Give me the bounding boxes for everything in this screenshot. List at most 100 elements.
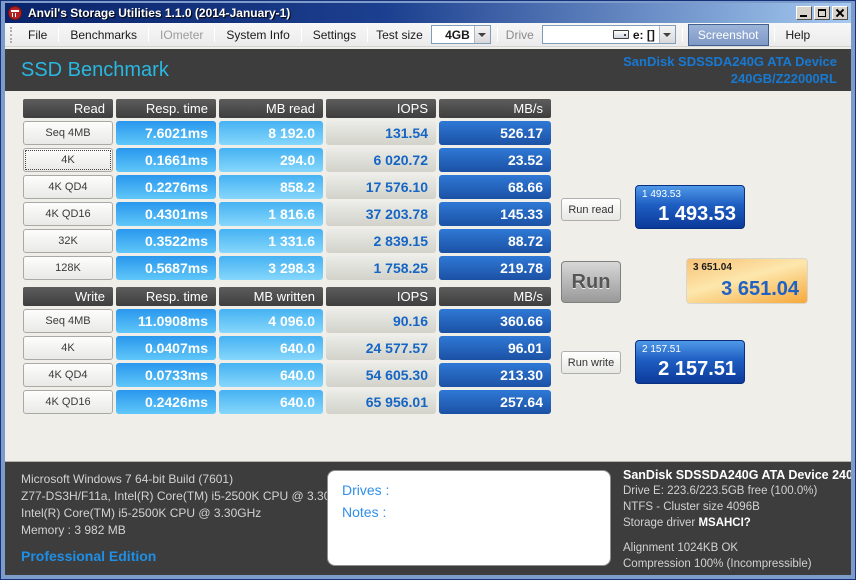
menu-settings[interactable]: Settings: [304, 25, 365, 45]
write-iops-cell: 54 605.30: [326, 363, 436, 387]
benchmark-header: SSD Benchmark SanDisk SDSSDA240G ATA Dev…: [5, 49, 851, 91]
chevron-down-icon: [478, 32, 487, 37]
title-bar: Anvil's Storage Utilities 1.1.0 (2014-Ja…: [5, 3, 851, 23]
board-line: Z77-DS3H/F11a, Intel(R) Core(TM) i5-2500…: [21, 489, 355, 503]
read-mbs-cell: 23.52: [439, 148, 551, 172]
read-iops-cell: 17 576.10: [326, 175, 436, 199]
test-size-value: 4GB: [445, 27, 470, 42]
window-title: Anvil's Storage Utilities 1.1.0 (2014-Ja…: [28, 6, 291, 20]
menu-help[interactable]: Help: [777, 25, 820, 45]
write-header-resp: Resp. time: [116, 287, 216, 306]
read-row-label[interactable]: 4K: [23, 148, 113, 172]
menu-bar: File Benchmarks IOmeter System Info Sett…: [5, 23, 851, 47]
run-read-button[interactable]: Run read: [561, 198, 621, 221]
total-score-small: 3 651.04: [693, 262, 732, 273]
drive-details-title: SanDisk SDSSDA240G ATA Device 240GB: [623, 468, 851, 482]
read-mb-cell: 294.0: [219, 148, 323, 172]
total-score-badge: 3 651.04 3 651.04: [686, 258, 808, 304]
menu-file[interactable]: File: [19, 25, 56, 45]
write-row-label[interactable]: 4K QD16: [23, 390, 113, 414]
read-row-label[interactable]: 32K: [23, 229, 113, 253]
toolbar-grip-icon: [10, 26, 15, 43]
test-size-dropdown-button[interactable]: [473, 26, 490, 43]
compression-line: Compression 100% (Incompressible): [623, 558, 812, 570]
close-button[interactable]: [832, 6, 848, 20]
read-resp-cell: 7.6021ms: [116, 121, 216, 145]
menu-separator: [367, 27, 369, 42]
write-mb-cell: 640.0: [219, 390, 323, 414]
read-header-resp: Resp. time: [116, 99, 216, 118]
write-header-iops: IOPS: [326, 287, 436, 306]
write-score-value: 2 157.51: [658, 358, 736, 380]
test-size-select[interactable]: 4GB: [430, 25, 491, 44]
run-write-button[interactable]: Run write: [561, 351, 621, 374]
write-iops-cell: 24 577.57: [326, 336, 436, 360]
write-table: Write Resp. time MB written IOPS MB/s Se…: [23, 287, 551, 414]
menu-separator: [773, 27, 775, 42]
read-mbs-cell: 145.33: [439, 202, 551, 226]
notes-label: Notes :: [342, 504, 387, 520]
storage-driver-value: MSAHCI?: [698, 517, 751, 529]
run-button[interactable]: Run: [561, 261, 621, 303]
write-iops-cell: 90.16: [326, 309, 436, 333]
benchmark-content: Read Resp. time MB read IOPS MB/s Seq 4M…: [5, 91, 851, 461]
read-mbs-cell: 219.78: [439, 256, 551, 280]
read-row-label[interactable]: 4K QD16: [23, 202, 113, 226]
read-iops-cell: 37 203.78: [326, 202, 436, 226]
menu-iometer: IOmeter: [160, 27, 204, 42]
read-row-label[interactable]: 128K: [23, 256, 113, 280]
drive-dropdown-button[interactable]: [658, 26, 675, 43]
close-icon: [833, 7, 847, 19]
app-window: Anvil's Storage Utilities 1.1.0 (2014-Ja…: [0, 0, 856, 580]
storage-driver-label: Storage driver: [623, 517, 699, 529]
write-mbs-cell: 360.66: [439, 309, 551, 333]
write-row-label[interactable]: 4K: [23, 336, 113, 360]
chevron-down-icon: [663, 32, 672, 37]
total-score-value: 3 651.04: [721, 278, 799, 300]
menu-screenshot[interactable]: Screenshot: [687, 23, 769, 46]
write-score-small: 2 157.51: [642, 344, 681, 355]
write-row-label[interactable]: Seq 4MB: [23, 309, 113, 333]
menu-separator: [214, 27, 216, 42]
minimize-button[interactable]: [796, 6, 812, 20]
write-mb-cell: 640.0: [219, 336, 323, 360]
read-row-label[interactable]: 4K QD4: [23, 175, 113, 199]
drive-icon: [612, 30, 629, 39]
edition-link[interactable]: Professional Edition: [21, 548, 354, 565]
memory-line: Memory : 3 982 MB: [21, 523, 126, 537]
write-mb-cell: 4 096.0: [219, 309, 323, 333]
maximize-button[interactable]: [814, 6, 830, 20]
read-row-label[interactable]: Seq 4MB: [23, 121, 113, 145]
system-info-block: Microsoft Windows 7 64-bit Build (7601) …: [21, 471, 354, 565]
read-mbs-cell: 526.17: [439, 121, 551, 145]
read-iops-cell: 1 758.25: [326, 256, 436, 280]
notes-box[interactable]: Drives : Notes :: [327, 470, 611, 566]
read-score-small: 1 493.53: [642, 189, 681, 200]
menu-benchmarks[interactable]: Benchmarks: [61, 25, 146, 45]
write-row-label[interactable]: 4K QD4: [23, 363, 113, 387]
status-panel: Microsoft Windows 7 64-bit Build (7601) …: [5, 461, 851, 575]
app-icon: [8, 6, 22, 20]
write-header-mbs: MB/s: [439, 287, 551, 306]
read-header-label: Read: [23, 99, 113, 118]
read-mbs-cell: 88.72: [439, 229, 551, 253]
device-name: SanDisk SDSSDA240G ATA Device: [623, 54, 837, 69]
alignment-line: Alignment 1024KB OK: [623, 542, 739, 554]
drive-select[interactable]: e: []: [541, 25, 676, 44]
read-resp-cell: 0.4301ms: [116, 202, 216, 226]
storage-driver-line: Storage driver MSAHCI?: [623, 515, 851, 531]
write-mb-cell: 640.0: [219, 363, 323, 387]
minimize-icon: [800, 15, 807, 17]
read-mb-cell: 3 298.3: [219, 256, 323, 280]
read-iops-cell: 6 020.72: [326, 148, 436, 172]
read-header-iops: IOPS: [326, 99, 436, 118]
write-resp-cell: 11.0908ms: [116, 309, 216, 333]
drive-label: Drive: [505, 27, 534, 42]
menu-separator: [148, 27, 150, 42]
read-mb-cell: 1 816.6: [219, 202, 323, 226]
write-resp-cell: 0.0407ms: [116, 336, 216, 360]
menu-system-info[interactable]: System Info: [217, 25, 298, 45]
test-size-label: Test size: [376, 27, 423, 42]
read-resp-cell: 0.2276ms: [116, 175, 216, 199]
read-resp-cell: 0.3522ms: [116, 229, 216, 253]
